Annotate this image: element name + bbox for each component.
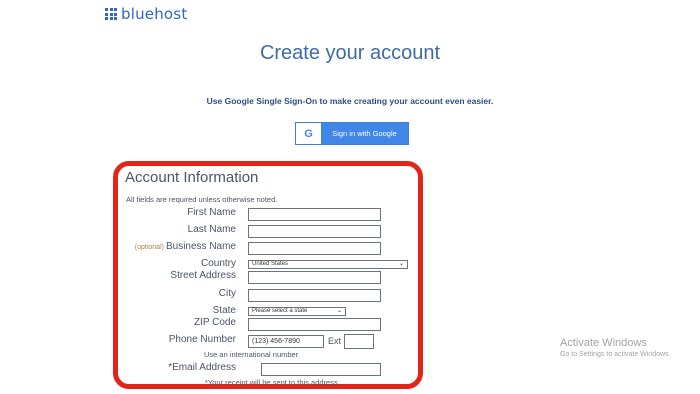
street-address-input[interactable] xyxy=(248,271,381,284)
last-name-input[interactable] xyxy=(248,225,381,238)
phone-input[interactable]: (123) 456-7890 xyxy=(248,335,324,348)
section-title: Account Information xyxy=(125,169,259,186)
sso-text: Use Google Single Sign-On to make creati… xyxy=(206,96,494,106)
activation-watermark-title: Activate Windows xyxy=(560,337,647,349)
email-label: *Email Address xyxy=(168,362,236,373)
ext-label: Ext xyxy=(328,336,342,346)
country-label: Country xyxy=(200,258,236,269)
state-selected: Please select a state xyxy=(252,308,308,314)
international-number-link[interactable]: Use an international number xyxy=(204,350,298,359)
chevron-down-icon: ⌄ xyxy=(398,261,404,267)
phone-label: Phone Number xyxy=(168,334,236,345)
city-input[interactable] xyxy=(248,289,381,302)
chevron-down-icon: ⌄ xyxy=(336,308,342,314)
state-label: State xyxy=(212,305,236,316)
country-selected: United States xyxy=(252,261,289,267)
email-input[interactable] xyxy=(261,363,381,376)
brand-name: bluehost xyxy=(121,5,188,23)
required-note: All fields are required unless otherwise… xyxy=(126,195,278,204)
google-sign-in-label: Sign in with Google xyxy=(321,123,408,144)
page-title: Create your account xyxy=(259,42,441,64)
last-name-label: Last Name xyxy=(187,224,236,235)
city-label: City xyxy=(218,288,236,299)
optional-tag: (optional) xyxy=(134,244,164,251)
business-name-label: (optional) Business Name xyxy=(134,241,236,252)
activation-watermark-subtitle: Go to Settings to activate Windows. xyxy=(560,351,671,358)
country-select[interactable]: United States ⌄ xyxy=(248,260,408,269)
google-sign-in-button[interactable]: G Sign in with Google xyxy=(295,122,409,145)
street-address-label: Street Address xyxy=(170,270,236,281)
business-name-input[interactable] xyxy=(248,242,381,255)
bluehost-logo[interactable]: bluehost xyxy=(105,5,187,23)
first-name-input[interactable] xyxy=(248,208,381,221)
first-name-label: First Name xyxy=(187,207,236,218)
zip-label: ZIP Code xyxy=(193,317,236,328)
state-select[interactable]: Please select a state ⌄ xyxy=(248,307,346,316)
receipt-note: *Your receipt will be sent to this addre… xyxy=(205,378,340,387)
zip-input[interactable] xyxy=(248,318,381,331)
google-icon: G xyxy=(296,123,321,144)
logo-grid-icon xyxy=(105,8,117,20)
ext-input[interactable] xyxy=(344,334,374,349)
